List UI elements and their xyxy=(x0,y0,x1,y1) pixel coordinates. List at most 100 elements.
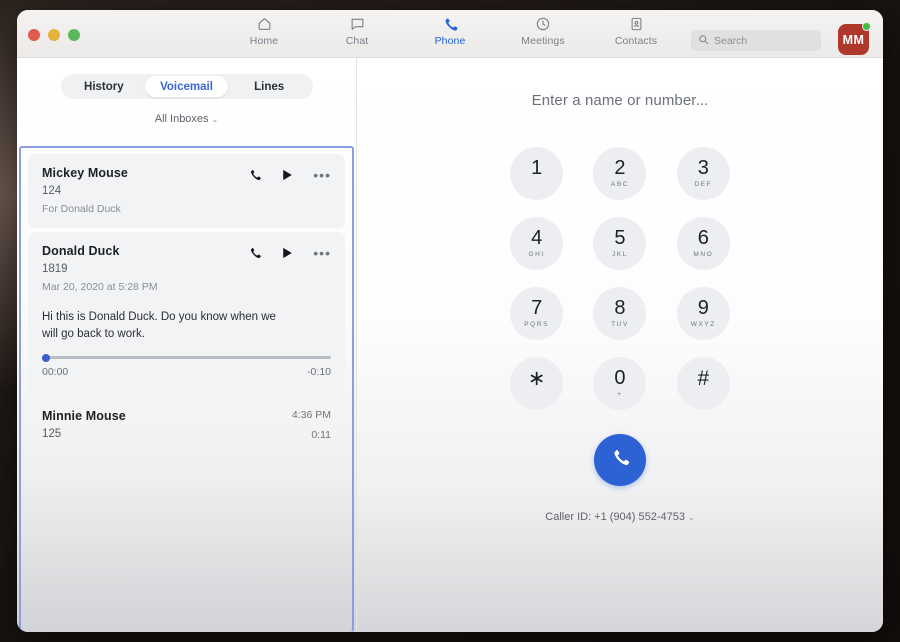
play-icon[interactable] xyxy=(282,247,293,259)
dialpad-key-2[interactable]: 2 ABC xyxy=(593,147,647,200)
app-window: Home Chat Phone Meetings Contacts Search… xyxy=(17,10,883,632)
voicemail-item-mickey-mouse[interactable]: Mickey Mouse 124 For Donald Duck ••• xyxy=(28,154,345,343)
dialpad-key-3[interactable]: 3 DEF xyxy=(676,147,730,200)
more-options-icon[interactable]: ••• xyxy=(313,168,331,182)
voicemail-item-donald-duck[interactable]: Donald Duck 1819 Mar 20, 2020 at 5:28 PM xyxy=(28,232,345,392)
sidebar-tabs: History Voicemail Lines xyxy=(60,74,313,99)
more-options-icon[interactable]: ••• xyxy=(313,246,331,260)
phone-icon xyxy=(442,15,459,33)
nav-label-chat: Chat xyxy=(345,35,369,47)
dialpad-letters: + xyxy=(617,391,623,398)
avatar[interactable]: MM xyxy=(838,22,871,55)
dialpad-letters: PQRS xyxy=(524,321,550,328)
tab-voicemail[interactable]: Voicemail xyxy=(145,76,228,97)
home-icon xyxy=(256,15,273,33)
call-icon[interactable] xyxy=(248,246,262,260)
nav-item-chat[interactable]: Chat xyxy=(323,15,391,47)
tab-lines[interactable]: Lines xyxy=(228,76,311,97)
dialpad-key-5[interactable]: 5 JKL xyxy=(593,217,647,270)
dialpad-key-pound[interactable]: # xyxy=(676,357,730,410)
dialpad-digit: 2 xyxy=(614,157,626,179)
caller-id-selector[interactable]: Caller ID: +1 (904) 552-4753 ⌄ xyxy=(357,511,883,523)
dialer-panel: Enter a name or number... 1 2 ABC 3 DEF … xyxy=(357,58,883,632)
dialpad-digit: 4 xyxy=(531,227,543,249)
dialpad-letters: GHI xyxy=(528,251,545,258)
voicemail-item-meta: 4:36 PM 0:11 xyxy=(292,409,331,441)
voicemail-timestamp: Mar 20, 2020 at 5:28 PM xyxy=(42,281,158,293)
dialpad-letters: TUV xyxy=(611,321,629,328)
dialer-input[interactable]: Enter a name or number... xyxy=(357,92,883,109)
voicemail-caller-number: 124 xyxy=(42,185,62,197)
voicemail-caller-name: Mickey Mouse xyxy=(42,166,128,180)
dialpad-digit: 0 xyxy=(614,367,626,389)
voicemail-item-minnie-mouse[interactable]: Minnie Mouse 125 4:36 PM 0:11 xyxy=(28,395,345,457)
title-bar: Home Chat Phone Meetings Contacts Search… xyxy=(17,10,883,58)
chevron-down-icon: ⌄ xyxy=(688,513,695,522)
dialpad-digit: 7 xyxy=(531,297,543,319)
playback-slider-knob[interactable] xyxy=(42,353,50,362)
contact-card-icon xyxy=(629,15,644,33)
dialpad-key-4[interactable]: 4 GHI xyxy=(510,217,564,270)
voicemail-caller-name: Donald Duck xyxy=(42,244,120,258)
voicemail-list: Mickey Mouse 124 For Donald Duck ••• Don… xyxy=(21,148,352,457)
dialpad-digit: 9 xyxy=(697,297,709,319)
dialpad-letters: JKL xyxy=(611,251,628,258)
dialpad-key-6[interactable]: 6 MNO xyxy=(676,217,730,270)
voicemail-caller-name: Minnie Mouse xyxy=(42,409,126,424)
dialpad: 1 2 ABC 3 DEF 4 GHI 5 JKL 6 MNO 7 PQRS 8… xyxy=(495,147,745,410)
dialpad-digit: 3 xyxy=(697,157,709,179)
dialpad-letters: DEF xyxy=(694,181,713,188)
dialpad-digit: 8 xyxy=(614,297,626,319)
dialpad-digit: 6 xyxy=(697,227,709,249)
search-icon xyxy=(698,32,709,50)
call-button[interactable] xyxy=(594,434,646,486)
dialpad-key-9[interactable]: 9 WXYZ xyxy=(676,287,730,340)
nav-label-meetings: Meetings xyxy=(521,35,565,47)
nav-label-phone: Phone xyxy=(434,35,466,47)
playback-progress-slider[interactable] xyxy=(42,353,331,362)
playback-elapsed-time: 00:00 xyxy=(42,366,69,379)
phone-icon xyxy=(610,447,631,473)
voicemail-time: 4:36 PM xyxy=(291,409,331,422)
voicemail-caller-number: 1819 xyxy=(42,263,68,275)
dialpad-key-star[interactable]: ∗ xyxy=(510,357,564,410)
chevron-down-icon: ⌄ xyxy=(211,115,219,124)
dialpad-digit: ∗ xyxy=(527,366,546,390)
voicemail-subtitle: For Donald Duck xyxy=(42,203,121,215)
dialpad-key-1[interactable]: 1 xyxy=(510,147,564,200)
caller-id-label: Caller ID: +1 (904) 552-4753 xyxy=(545,511,685,523)
dialpad-digit: 1 xyxy=(531,157,543,179)
nav-item-meetings[interactable]: Meetings xyxy=(509,15,577,47)
voicemail-duration: 0:11 xyxy=(311,429,331,442)
voicemail-item-actions: ••• xyxy=(248,166,331,182)
dialpad-key-0[interactable]: 0 + xyxy=(593,357,647,410)
inbox-filter-label: All Inboxes xyxy=(154,113,209,125)
dialpad-letters: WXYZ xyxy=(690,321,716,328)
playback-times: 00:00 -0:10 xyxy=(42,366,331,378)
voicemail-caller-number: 125 xyxy=(42,428,62,441)
dialpad-key-7[interactable]: 7 PQRS xyxy=(510,287,564,340)
search-input[interactable]: Search xyxy=(691,30,821,51)
nav-label-home: Home xyxy=(249,35,279,47)
voicemail-item-actions: ••• xyxy=(248,244,331,260)
nav-label-contacts: Contacts xyxy=(614,35,658,47)
inbox-filter-dropdown[interactable]: All Inboxes ⌄ xyxy=(17,113,356,125)
dialpad-digit: 5 xyxy=(614,227,626,249)
play-icon[interactable] xyxy=(282,169,293,181)
avatar-initials: MM xyxy=(842,32,865,47)
dialpad-key-8[interactable]: 8 TUV xyxy=(593,287,647,340)
tab-history[interactable]: History xyxy=(63,76,146,97)
presence-status-dot xyxy=(862,22,871,31)
dialpad-digit: # xyxy=(697,366,710,390)
nav-item-phone[interactable]: Phone xyxy=(416,15,484,47)
voicemail-transcript: Hi this is Donald Duck. Do you know when… xyxy=(42,311,276,340)
call-icon[interactable] xyxy=(248,168,262,182)
voicemail-audio-player: 00:00 -0:10 xyxy=(42,353,331,378)
voicemail-sidebar: History Voicemail Lines All Inboxes ⌄ Mic… xyxy=(17,58,357,632)
search-placeholder: Search xyxy=(714,34,748,47)
nav-item-contacts[interactable]: Contacts xyxy=(602,15,670,47)
clock-icon xyxy=(535,15,551,33)
playback-remaining-time: -0:10 xyxy=(307,366,331,379)
content-area: History Voicemail Lines All Inboxes ⌄ Mic… xyxy=(17,58,883,632)
nav-item-home[interactable]: Home xyxy=(230,15,298,47)
